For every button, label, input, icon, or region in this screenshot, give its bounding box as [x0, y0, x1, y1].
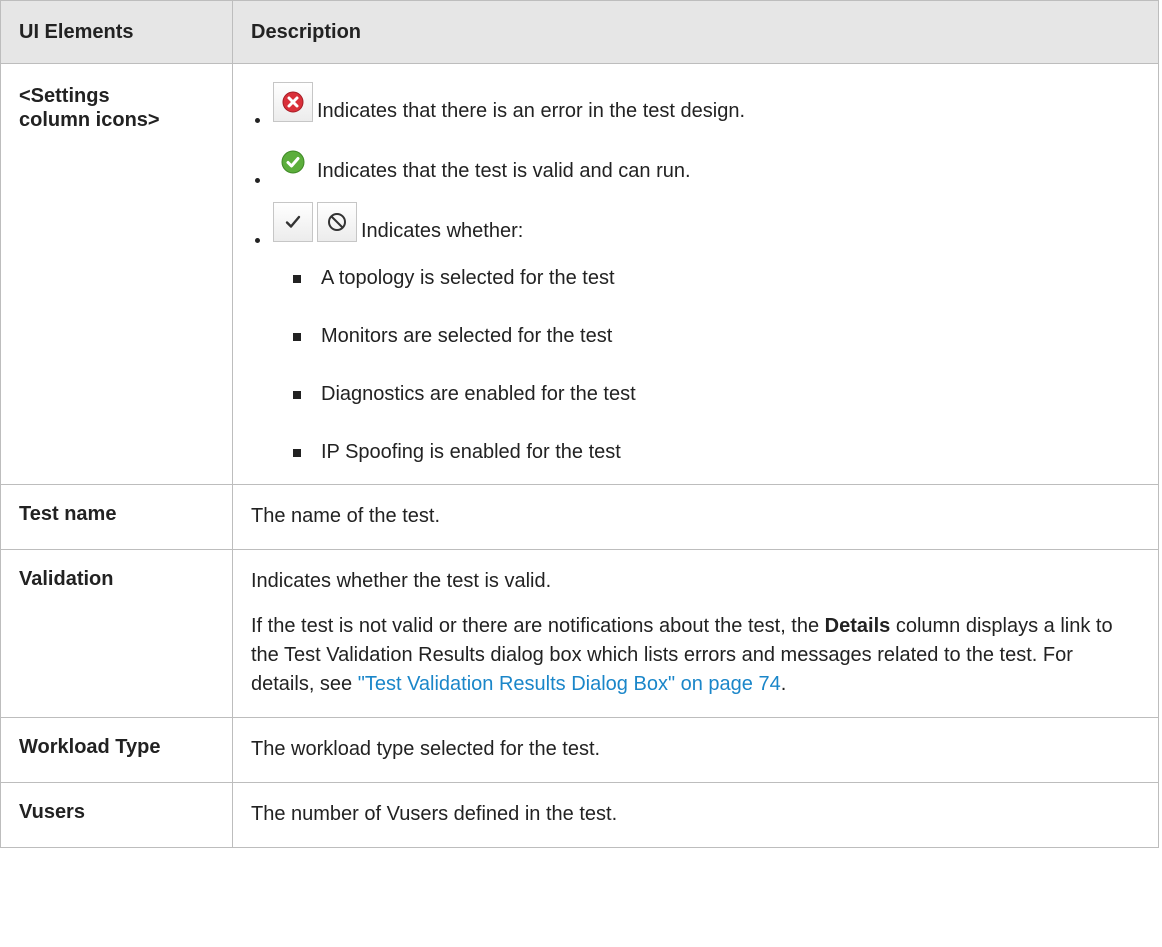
details-column-name: Details: [824, 615, 891, 637]
error-icon: [273, 82, 313, 122]
row-desc-test-name: The name of the test.: [232, 484, 1159, 550]
sub-item-text: IP Spoofing is enabled for the test: [321, 441, 621, 463]
validation-desc-2: If the test is not valid or there are no…: [251, 612, 1140, 699]
validation-desc-1: Indicates whether the test is valid.: [251, 570, 552, 592]
header-ui-elements: UI Elements: [0, 0, 233, 64]
table-row: Vusers The number of Vusers defined in t…: [0, 782, 1159, 848]
settings-icons-label: <Settings column icons>: [19, 85, 160, 131]
disabled-icon: [317, 202, 357, 242]
row-label-settings-icons: <Settings column icons>: [0, 63, 233, 485]
row-desc-settings-icons: Indicates that there is an error in the …: [232, 63, 1159, 485]
sub-list: A topology is selected for the test Moni…: [251, 264, 1140, 466]
sub-list-item: Diagnostics are enabled for the test: [293, 380, 1140, 408]
table-row: Workload Type The workload type selected…: [0, 717, 1159, 783]
list-item: Indicates whether:: [251, 202, 1140, 248]
bullet-dot: [255, 178, 260, 183]
row-label-workload-type: Workload Type: [0, 717, 233, 783]
validation-text-end: .: [780, 673, 787, 695]
table-row: Test name The name of the test.: [0, 484, 1159, 550]
row-label-vusers: Vusers: [0, 782, 233, 848]
list-item: Indicates that there is an error in the …: [251, 82, 1140, 128]
square-bullet: [293, 333, 301, 341]
bullet-dot: [255, 238, 260, 243]
valid-icon: [273, 142, 313, 182]
row-desc-workload-type: The workload type selected for the test.: [232, 717, 1159, 783]
bullet-dot: [255, 118, 260, 123]
sub-item-text: Diagnostics are enabled for the test: [321, 383, 636, 405]
ui-elements-table: UI Elements Description <Settings column…: [0, 0, 1159, 848]
row-label-test-name: Test name: [0, 484, 233, 550]
sub-list-item: Monitors are selected for the test: [293, 322, 1140, 350]
sub-item-text: Monitors are selected for the test: [321, 325, 613, 347]
table-header-row: UI Elements Description: [0, 0, 1159, 64]
table-row: Validation Indicates whether the test is…: [0, 549, 1159, 718]
sub-list-item: IP Spoofing is enabled for the test: [293, 438, 1140, 466]
header-description: Description: [232, 0, 1159, 64]
whether-description: Indicates whether:: [361, 220, 524, 242]
sub-list-item: A topology is selected for the test: [293, 264, 1140, 292]
list-item: Indicates that the test is valid and can…: [251, 142, 1140, 188]
checkmark-icon: [273, 202, 313, 242]
valid-icon-description: Indicates that the test is valid and can…: [317, 160, 691, 182]
square-bullet: [293, 391, 301, 399]
square-bullet: [293, 449, 301, 457]
row-label-validation: Validation: [0, 549, 233, 718]
row-desc-vusers: The number of Vusers defined in the test…: [232, 782, 1159, 848]
error-icon-description: Indicates that there is an error in the …: [317, 100, 746, 122]
row-desc-validation: Indicates whether the test is valid. If …: [232, 549, 1159, 718]
test-validation-results-link[interactable]: "Test Validation Results Dialog Box" on …: [358, 673, 781, 695]
square-bullet: [293, 275, 301, 283]
sub-item-text: A topology is selected for the test: [321, 267, 615, 289]
table-row: <Settings column icons> Indicates that t…: [0, 63, 1159, 485]
validation-text-pre: If the test is not valid or there are no…: [251, 615, 825, 637]
